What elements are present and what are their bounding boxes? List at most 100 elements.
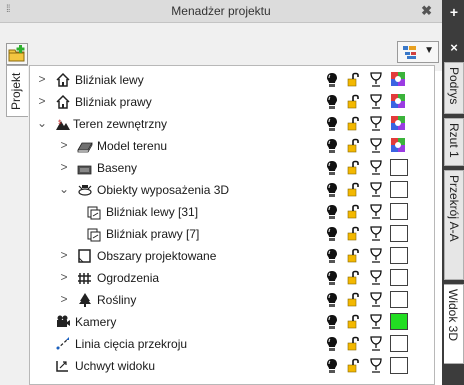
tree-row[interactable]: > Rośliny: [30, 289, 434, 311]
chevron-right-icon[interactable]: >: [58, 160, 70, 174]
chalice-icon[interactable]: [369, 358, 383, 374]
chalice-icon[interactable]: [369, 94, 383, 110]
tab-projekt[interactable]: Projekt: [6, 65, 28, 117]
tree-row[interactable]: > Model terenu: [30, 135, 434, 157]
unlock-icon[interactable]: [347, 270, 361, 286]
bulb-icon[interactable]: [325, 182, 339, 198]
color-palette-icon[interactable]: [390, 115, 408, 132]
tree-row[interactable]: ⌄ Obiekty wyposażenia 3D: [30, 179, 434, 201]
bulb-icon[interactable]: [325, 116, 339, 132]
color-palette-icon[interactable]: [390, 71, 408, 88]
tree-row[interactable]: > Ogrodzenia: [30, 267, 434, 289]
panel-title: Menadżer projektu: [171, 4, 271, 18]
chevron-right-icon[interactable]: >: [36, 72, 48, 86]
tree-row[interactable]: Bliźniak prawy [7]: [30, 223, 434, 245]
unlock-icon[interactable]: [347, 138, 361, 154]
tree-row-label: Kamery: [75, 315, 117, 329]
tab-projekt-label: Projekt: [9, 72, 23, 110]
color-swatch[interactable]: [390, 269, 408, 286]
bulb-icon[interactable]: [325, 72, 339, 88]
panel-title-bar[interactable]: ⁞⁞ Menadżer projektu ✖: [0, 0, 442, 23]
view-options-dropdown[interactable]: ▼: [397, 41, 439, 63]
chevron-right-icon[interactable]: >: [58, 292, 70, 306]
chalice-icon[interactable]: [369, 182, 383, 198]
chevron-down-icon[interactable]: ⌄: [36, 116, 48, 130]
tree-row[interactable]: Linia cięcia przekroju: [30, 333, 434, 355]
color-swatch[interactable]: [390, 357, 408, 374]
tree-row[interactable]: Bliźniak lewy [31]: [30, 201, 434, 223]
unlock-icon[interactable]: [347, 72, 361, 88]
tree-row[interactable]: Uchwyt widoku: [30, 355, 434, 377]
add-folder-button[interactable]: [6, 43, 28, 65]
tree-row[interactable]: > Bliźniak lewy: [30, 69, 434, 91]
plus-icon[interactable]: +: [444, 4, 464, 20]
bulb-icon[interactable]: [325, 336, 339, 352]
unlock-icon[interactable]: [347, 160, 361, 176]
chalice-icon[interactable]: [369, 72, 383, 88]
chalice-icon[interactable]: [369, 116, 383, 132]
bulb-icon[interactable]: [325, 270, 339, 286]
unlock-icon[interactable]: [347, 116, 361, 132]
color-swatch[interactable]: [390, 181, 408, 198]
color-palette-icon[interactable]: [390, 137, 408, 154]
chevron-right-icon[interactable]: >: [58, 248, 70, 262]
chalice-icon[interactable]: [369, 204, 383, 220]
tree-row[interactable]: ⌄ $ Teren zewnętrzny: [30, 113, 434, 135]
chevron-right-icon[interactable]: >: [58, 270, 70, 284]
chalice-icon[interactable]: [369, 314, 383, 330]
unlock-icon[interactable]: [347, 226, 361, 242]
tree-row-label: Bliźniak lewy: [75, 73, 144, 87]
tab-widok-3d[interactable]: Widok 3D: [444, 284, 464, 364]
object-copy-icon: [87, 206, 101, 220]
bulb-icon[interactable]: [325, 292, 339, 308]
chalice-icon[interactable]: [369, 248, 383, 264]
chalice-icon[interactable]: [369, 160, 383, 176]
tab-podrys[interactable]: Podrys: [444, 62, 464, 114]
chevron-right-icon[interactable]: >: [58, 138, 70, 152]
unlock-icon[interactable]: [347, 314, 361, 330]
panel-toolbar: [0, 23, 442, 71]
bulb-icon[interactable]: [325, 248, 339, 264]
chalice-icon[interactable]: [369, 138, 383, 154]
unlock-icon[interactable]: [347, 292, 361, 308]
bulb-icon[interactable]: [325, 358, 339, 374]
color-swatch[interactable]: [390, 225, 408, 242]
unlock-icon[interactable]: [347, 94, 361, 110]
bulb-icon[interactable]: [325, 138, 339, 154]
close-icon[interactable]: ×: [444, 40, 464, 55]
unlock-icon[interactable]: [347, 182, 361, 198]
tab-przekroj-a-a[interactable]: Przekrój A-A: [444, 170, 464, 280]
unlock-icon[interactable]: [347, 204, 361, 220]
unlock-icon[interactable]: [347, 248, 361, 264]
bulb-icon[interactable]: [325, 314, 339, 330]
tree-row[interactable]: > Baseny: [30, 157, 434, 179]
close-icon[interactable]: ✖: [421, 3, 432, 19]
color-swatch[interactable]: [390, 313, 408, 330]
tree-row[interactable]: Kamery: [30, 311, 434, 333]
chalice-icon[interactable]: [369, 292, 383, 308]
unlock-icon[interactable]: [347, 336, 361, 352]
unlock-icon[interactable]: [347, 358, 361, 374]
equipment-icon: [78, 185, 92, 196]
color-swatch[interactable]: [390, 335, 408, 352]
bulb-icon[interactable]: [325, 226, 339, 242]
color-swatch[interactable]: [390, 159, 408, 176]
section-line-icon: [56, 337, 69, 350]
tab-widok-3d-label: Widok 3D: [446, 289, 460, 342]
chalice-icon[interactable]: [369, 226, 383, 242]
chevron-down-icon[interactable]: ⌄: [58, 182, 70, 196]
chevron-right-icon[interactable]: >: [36, 94, 48, 108]
color-swatch[interactable]: [390, 247, 408, 264]
tree-row[interactable]: > Obszary projektowane: [30, 245, 434, 267]
project-tree[interactable]: > Bliźniak lewy > Bliźniak prawy ⌄ $ Teren zew…: [29, 65, 435, 385]
bulb-icon[interactable]: [325, 204, 339, 220]
color-swatch[interactable]: [390, 291, 408, 308]
color-swatch[interactable]: [390, 203, 408, 220]
color-palette-icon[interactable]: [390, 93, 408, 110]
bulb-icon[interactable]: [325, 160, 339, 176]
tab-rzut-1[interactable]: Rzut 1: [444, 118, 464, 166]
chalice-icon[interactable]: [369, 336, 383, 352]
tree-row[interactable]: > Bliźniak prawy: [30, 91, 434, 113]
bulb-icon[interactable]: [325, 94, 339, 110]
chalice-icon[interactable]: [369, 270, 383, 286]
